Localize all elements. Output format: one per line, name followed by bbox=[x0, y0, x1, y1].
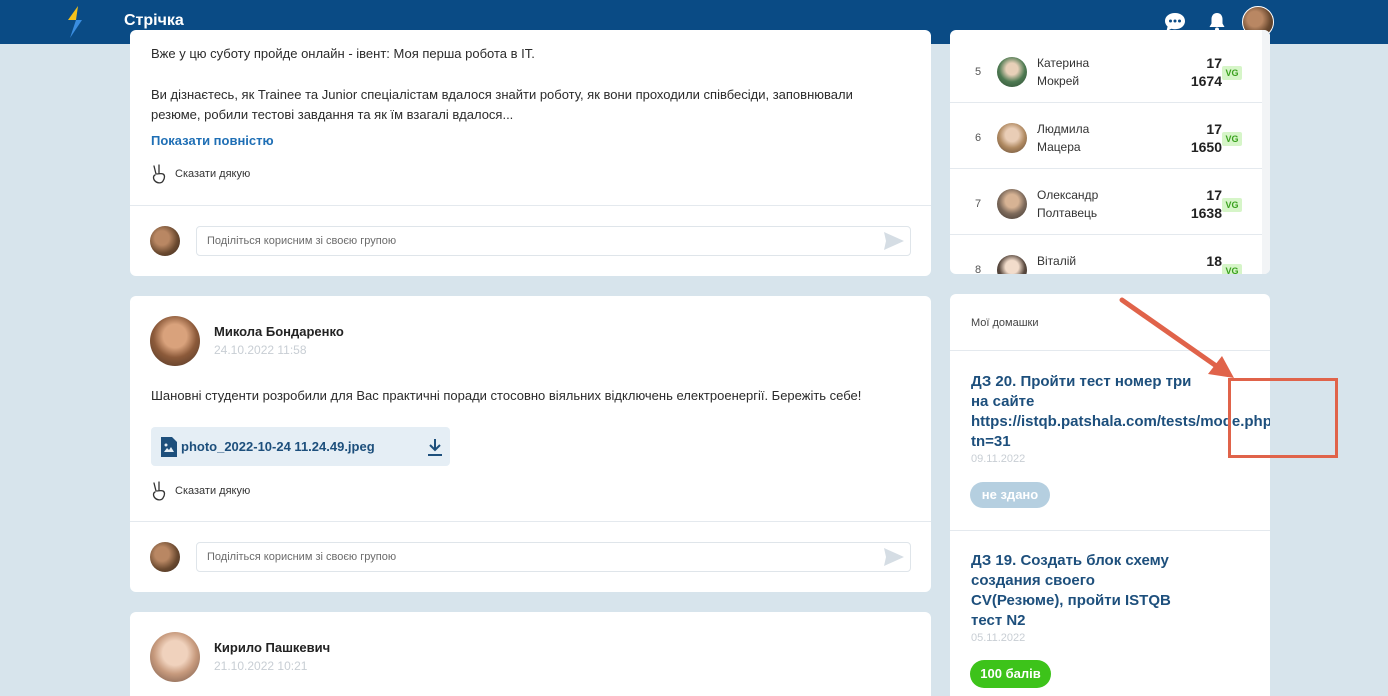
attachment[interactable]: photo_2022-10-24 11.24.49.jpeg bbox=[151, 427, 450, 466]
rating-row[interactable]: 7 Олександр Полтавець 17 1638 VG bbox=[950, 169, 1262, 235]
divider bbox=[130, 521, 931, 522]
comment-input[interactable]: Поділіться корисним зі своєю групою bbox=[196, 542, 911, 572]
victory-hand-icon bbox=[152, 481, 166, 501]
grade-badge: VG bbox=[1222, 264, 1242, 274]
student-points: 1650 bbox=[1190, 139, 1222, 155]
post-date: 21.10.2022 10:21 bbox=[214, 659, 308, 673]
status-badge: не здано bbox=[970, 482, 1050, 508]
comment-input[interactable]: Поділіться корисним зі своєю групою bbox=[196, 226, 911, 256]
student-level: 17 bbox=[1206, 55, 1222, 71]
homework-title-line[interactable]: tn=31 bbox=[971, 432, 1011, 452]
send-icon[interactable] bbox=[884, 548, 904, 566]
post-text-line: Ви дізнаєтесь, як Trainee та Junior спец… bbox=[151, 87, 853, 102]
homework-title-line[interactable]: на сайте bbox=[971, 392, 1034, 412]
feed-post: Кирило Пашкевич 21.10.2022 10:21 bbox=[130, 612, 931, 696]
student-first-name: Віталій bbox=[1037, 254, 1077, 268]
student-last-name: Мацера bbox=[1037, 140, 1081, 154]
rank-number: 6 bbox=[975, 132, 982, 144]
post-text: Шановні студенти розробили для Вас практ… bbox=[151, 388, 862, 403]
scrollbar[interactable] bbox=[1262, 30, 1270, 274]
student-level: 17 bbox=[1206, 187, 1222, 203]
say-thanks-button[interactable]: Сказати дякую bbox=[151, 164, 250, 184]
download-icon[interactable] bbox=[427, 438, 443, 456]
victory-hand-icon bbox=[152, 164, 166, 184]
avatar bbox=[150, 542, 180, 572]
annotation-box bbox=[1228, 378, 1338, 458]
score-badge: 100 балів bbox=[970, 660, 1051, 688]
student-level: 17 bbox=[1206, 121, 1222, 137]
app-logo[interactable] bbox=[66, 6, 84, 38]
homework-title-line[interactable]: CV(Резюме), пройти ISTQB bbox=[971, 591, 1171, 611]
student-first-name: Людмила bbox=[1037, 122, 1090, 136]
grade-badge: VG bbox=[1222, 66, 1242, 80]
rank-number: 7 bbox=[975, 198, 982, 210]
divider bbox=[130, 205, 931, 206]
attachment-name: photo_2022-10-24 11.24.49.jpeg bbox=[181, 439, 375, 454]
author-name[interactable]: Микола Бондаренко bbox=[214, 324, 344, 339]
send-icon[interactable] bbox=[884, 232, 904, 250]
post-date: 24.10.2022 11:58 bbox=[214, 343, 307, 357]
homework-header: Мої домашки bbox=[971, 317, 1039, 329]
post-text-line: резюме, робили тестові завдання та як їм… bbox=[151, 107, 514, 122]
say-thanks-button[interactable]: Сказати дякую bbox=[151, 481, 250, 501]
say-thanks-label: Сказати дякую bbox=[175, 168, 251, 180]
homework-title-line[interactable]: https://istqb.patshala.com/tests/mode.ph… bbox=[971, 412, 1270, 432]
avatar bbox=[997, 255, 1027, 274]
homework-title-line[interactable]: тест N2 bbox=[971, 611, 1026, 631]
homework-date: 05.11.2022 bbox=[971, 632, 1026, 644]
rank-number: 8 bbox=[975, 264, 982, 274]
student-points: 1674 bbox=[1190, 73, 1222, 89]
avatar bbox=[997, 189, 1027, 219]
avatar bbox=[997, 123, 1027, 153]
author-avatar[interactable] bbox=[150, 316, 200, 366]
student-level: 18 bbox=[1206, 253, 1222, 269]
student-last-name: Мокрей bbox=[1037, 74, 1080, 88]
rating-list: 5 Катерина Мокрей 17 1674 VG 6 Людмила М… bbox=[950, 30, 1270, 274]
student-last-name: Полтавець bbox=[1037, 206, 1098, 220]
post-text-line: Вже у цю суботу пройде онлайн - івент: М… bbox=[151, 46, 535, 61]
homework-title-line[interactable]: создания своего bbox=[971, 571, 1095, 591]
annotation-arrow bbox=[1119, 297, 1234, 378]
divider bbox=[950, 530, 1270, 531]
student-points: 1638 bbox=[1190, 205, 1222, 221]
grade-badge: VG bbox=[1222, 198, 1242, 212]
say-thanks-label: Сказати дякую bbox=[175, 485, 251, 497]
show-more-link[interactable]: Показати повністю bbox=[151, 133, 274, 148]
rank-number: 5 bbox=[975, 66, 982, 78]
feed-post: Вже у цю суботу пройде онлайн - івент: М… bbox=[130, 30, 931, 276]
author-name[interactable]: Кирило Пашкевич bbox=[214, 640, 330, 655]
image-file-icon bbox=[161, 437, 177, 457]
page-title: Стрічка bbox=[124, 12, 184, 29]
rating-row[interactable]: 5 Катерина Мокрей 17 1674 VG bbox=[950, 37, 1262, 103]
student-first-name: Катерина bbox=[1037, 56, 1090, 70]
author-avatar[interactable] bbox=[150, 632, 200, 682]
homework-date: 09.11.2022 bbox=[971, 453, 1026, 465]
avatar bbox=[150, 226, 180, 256]
rating-row[interactable]: 8 Віталій 18 VG bbox=[950, 235, 1262, 274]
rating-row[interactable]: 6 Людмила Мацера 17 1650 VG bbox=[950, 103, 1262, 169]
avatar bbox=[997, 57, 1027, 87]
feed-post: Микола Бондаренко 24.10.2022 11:58 Шанов… bbox=[130, 296, 931, 592]
student-first-name: Олександр bbox=[1037, 188, 1099, 202]
grade-badge: VG bbox=[1222, 132, 1242, 146]
homework-title-line[interactable]: ДЗ 19. Создать блок схему bbox=[971, 551, 1169, 571]
